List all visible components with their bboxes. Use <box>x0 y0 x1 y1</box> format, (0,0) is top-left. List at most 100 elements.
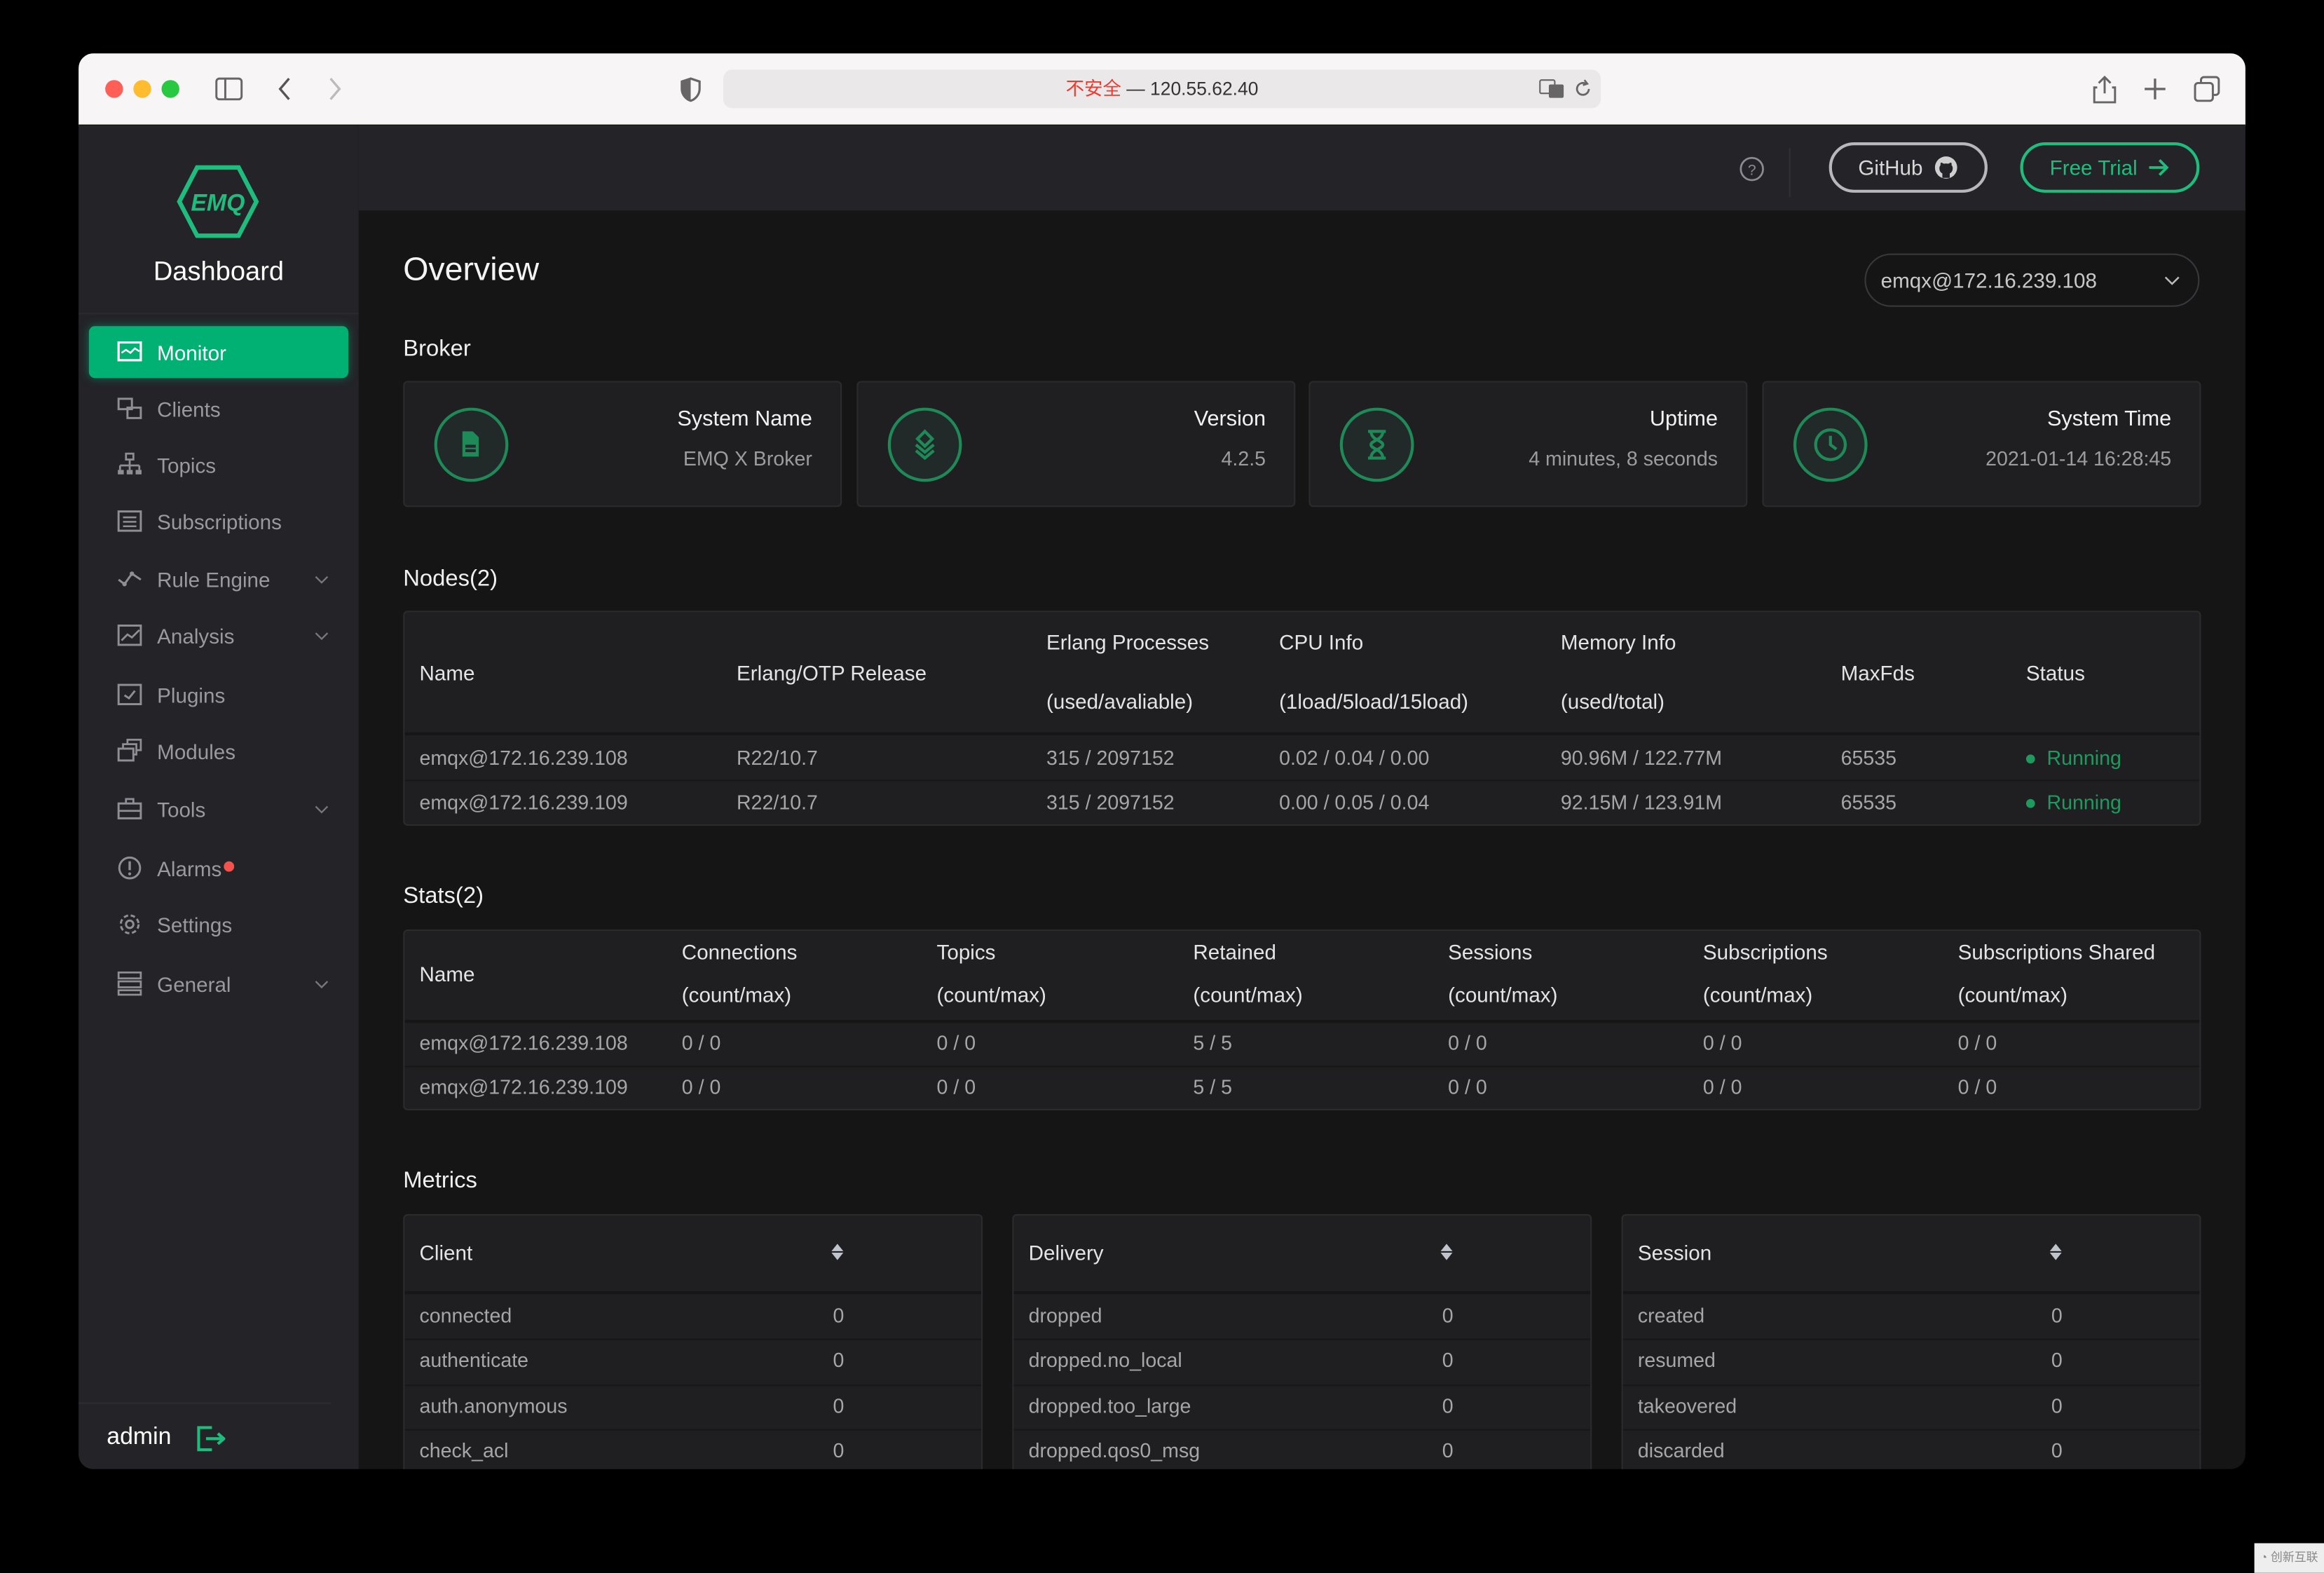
table-cell: 65535 <box>1841 791 1896 813</box>
sidebar-item-general[interactable]: General <box>89 958 348 1009</box>
table-row: resumed 0 <box>1622 1339 2200 1383</box>
metric-value: 0 <box>2051 1439 2063 1462</box>
browser-titlebar: 不安全 — 120.55.62.40 <box>78 53 2246 126</box>
reload-icon[interactable] <box>1574 79 1592 100</box>
broker-card-system-name: System Name EMQ X Broker <box>403 381 842 508</box>
node-select-value: emqx@172.16.239.108 <box>1880 268 2097 292</box>
sidebar-item-alarms[interactable]: Alarms <box>89 842 348 894</box>
column-header-sub: (count/max) <box>681 983 792 1007</box>
minimize-window-button[interactable] <box>133 80 151 98</box>
metric-name: authenticate <box>419 1349 529 1372</box>
table-row: dropped 0 <box>1014 1294 1591 1338</box>
sidebar-item-analysis[interactable]: Analysis <box>89 609 348 661</box>
sidebar-item-tools[interactable]: Tools <box>89 783 348 835</box>
address-bar[interactable]: 不安全 — 120.55.62.40 <box>723 69 1601 109</box>
broker-card-title: System Time <box>2046 407 2172 432</box>
sort-icon[interactable] <box>1439 1242 1454 1269</box>
logout-icon[interactable] <box>197 1426 226 1452</box>
translate-icon[interactable] <box>1538 79 1565 100</box>
cell-text: emqx@172.16.239.108 <box>419 746 628 769</box>
table-cell: 90.96M / 122.77M <box>1561 747 1722 769</box>
back-icon[interactable] <box>277 77 292 101</box>
github-icon <box>1935 156 1958 179</box>
table-cell: Running <box>2025 746 2121 769</box>
sidebar-item-label: Modules <box>157 739 236 763</box>
table-cell: 5 / 5 <box>1193 1032 1232 1054</box>
metric-value: 0 <box>1442 1394 1454 1417</box>
sort-icon[interactable] <box>2049 1242 2063 1269</box>
cell-text: 0 / 0 <box>681 1031 721 1054</box>
sidebar-item-label-wrap: Tools <box>157 797 205 821</box>
github-label: GitHub <box>1858 156 1923 179</box>
node-select[interactable]: emqx@172.16.239.108 <box>1864 253 2200 307</box>
sidebar-item-label-wrap: Settings <box>157 913 232 937</box>
browser-window: 不安全 — 120.55.62.40 EMQ Dashboard Monitor… <box>78 53 2246 1469</box>
sidebar-item-label-wrap: Rule Engine <box>157 567 270 591</box>
free-trial-button[interactable]: Free Trial <box>2020 142 2200 193</box>
column-header: Name <box>419 661 475 686</box>
cell-text: 65535 <box>1840 746 1896 769</box>
forward-icon[interactable] <box>327 77 342 101</box>
table-cell: 0 / 0 <box>1448 1032 1487 1054</box>
broker-card-system-time: System Time 2021-01-14 16:28:45 <box>1762 381 2201 508</box>
github-button[interactable]: GitHub <box>1829 142 1988 193</box>
table-cell: emqx@172.16.239.108 <box>419 747 627 769</box>
clock-icon <box>1793 407 1868 482</box>
cell-text: Running <box>2046 791 2121 813</box>
cell-text: 0 / 0 <box>936 1031 976 1054</box>
plugins-icon <box>117 682 142 707</box>
cell-text: emqx@172.16.239.108 <box>419 1031 628 1054</box>
table-cell: R22/10.7 <box>737 791 818 813</box>
row-divider <box>404 1339 981 1341</box>
column-header[interactable]: Client <box>419 1241 472 1265</box>
close-window-button[interactable] <box>105 80 123 98</box>
table-cell: 315 / 2097152 <box>1046 747 1175 769</box>
metric-value: 0 <box>2051 1305 2063 1327</box>
sort-icon[interactable] <box>830 1242 845 1269</box>
zoom-window-button[interactable] <box>161 80 179 98</box>
row-divider <box>1013 1384 1591 1386</box>
column-header[interactable]: Session <box>1638 1241 1711 1265</box>
tab-overview-icon[interactable] <box>2194 76 2220 102</box>
sidebar-item-label-wrap: Monitor <box>157 340 226 364</box>
metric-name: dropped.no_local <box>1028 1349 1182 1372</box>
help-icon[interactable]: ? <box>1739 156 1765 182</box>
stats-table: Name Connections (count/max) Topics (count/m… <box>403 929 2201 1110</box>
table-cell: R22/10.7 <box>737 747 818 769</box>
sidebar-item-modules[interactable]: Modules <box>89 725 348 777</box>
sidebar-title: Dashboard <box>153 256 285 287</box>
sidebar-toggle-icon[interactable] <box>215 77 243 101</box>
new-tab-icon[interactable] <box>2143 77 2167 101</box>
chevron-down-icon <box>2164 276 2180 285</box>
sidebar-item-settings[interactable]: Settings <box>89 899 348 951</box>
row-divider <box>404 1065 2200 1068</box>
table-row: auth.anonymous 0 <box>404 1384 981 1428</box>
sidebar-item-clients[interactable]: Clients <box>89 383 348 435</box>
table-cell: 315 / 2097152 <box>1046 791 1175 813</box>
chevron-down-icon <box>314 568 329 584</box>
column-header: Erlang/OTP Release <box>737 661 927 686</box>
cell-text: Running <box>2046 746 2121 769</box>
column-header[interactable]: Delivery <box>1029 1241 1104 1265</box>
nodes-table: Name Erlang/OTP Release Erlang Processes (u… <box>403 611 2201 826</box>
table-row: emqx@172.16.239.109 R22/10.7 315 / 2097152… <box>404 779 2200 824</box>
share-icon[interactable] <box>2093 74 2117 104</box>
document-icon <box>434 407 509 482</box>
column-header-sub: (count/max) <box>1193 983 1303 1007</box>
subscriptions-icon <box>117 508 142 533</box>
metric-value: 0 <box>833 1305 845 1327</box>
sidebar-item-label-wrap: General <box>157 972 231 995</box>
sidebar-item-label: Rule Engine <box>157 566 271 591</box>
row-divider <box>1013 1429 1591 1431</box>
sidebar-item-monitor[interactable]: Monitor <box>88 326 348 379</box>
sidebar-item-rule-engine[interactable]: Rule Engine <box>89 553 348 605</box>
table-row: dropped.no_local 0 <box>1013 1339 1591 1383</box>
column-header: Connections <box>681 939 798 964</box>
broker-card-value: 4.2.5 <box>1221 447 1266 470</box>
broker-card-title: Version <box>1194 407 1266 432</box>
cell-text: 0 / 0 <box>681 1076 721 1099</box>
sidebar-item-topics[interactable]: Topics <box>89 439 348 491</box>
sidebar-item-subscriptions[interactable]: Subscriptions <box>89 495 348 547</box>
sidebar-item-plugins[interactable]: Plugins <box>89 669 348 721</box>
privacy-shield-icon[interactable] <box>681 77 702 102</box>
